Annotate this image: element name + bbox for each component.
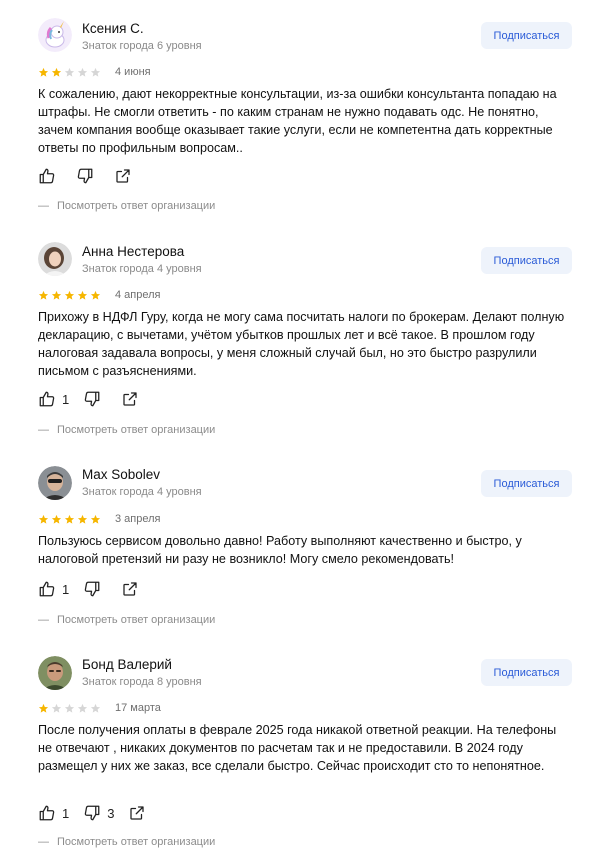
dislike-button[interactable]	[76, 167, 100, 185]
dislike-button[interactable]: 3	[83, 804, 114, 822]
share-button[interactable]	[121, 390, 139, 408]
dash-separator: —	[38, 200, 49, 212]
share-button[interactable]	[128, 804, 146, 822]
like-button[interactable]	[38, 167, 62, 185]
man-sunglasses-avatar[interactable]	[38, 466, 72, 500]
unicorn-avatar[interactable]	[38, 18, 72, 52]
review-text: После получения оплаты в феврале 2025 го…	[38, 723, 557, 773]
share-icon	[123, 582, 137, 596]
org-reply-label: Посмотреть ответ организации	[57, 200, 216, 212]
star-rating	[38, 514, 101, 525]
dash-separator: —	[38, 836, 49, 848]
star-rating	[38, 703, 101, 714]
star-empty-icon	[90, 703, 101, 713]
star-filled-icon	[51, 67, 62, 77]
star-filled-icon	[38, 703, 49, 713]
review-card: Анна Нестерова Знаток города 4 уровня По…	[0, 225, 608, 450]
man-outdoor-avatar[interactable]	[38, 656, 72, 690]
org-reply-label: Посмотреть ответ организации	[57, 614, 216, 626]
review-date: 17 марта	[115, 702, 161, 714]
review-date: 4 июня	[115, 66, 151, 78]
share-icon	[123, 392, 137, 406]
reviewer-level-badge: Знаток города 4 уровня	[82, 486, 202, 498]
thumbs-up-icon	[39, 168, 55, 184]
reviewer-name[interactable]: Max Sobolev	[82, 467, 160, 482]
dislike-count: 3	[107, 805, 115, 821]
star-filled-icon	[90, 290, 101, 300]
star-filled-icon	[38, 290, 49, 300]
like-count: 1	[62, 805, 70, 821]
dash-separator: —	[38, 424, 49, 436]
share-icon	[116, 169, 130, 183]
review-text: Пользуюсь сервисом довольно давно! Работ…	[38, 534, 522, 566]
review-card: Ксения С. Знаток города 6 уровня Подписа…	[0, 0, 608, 225]
like-button[interactable]: 1	[38, 390, 69, 408]
review-card: Max Sobolev Знаток города 4 уровня Подпи…	[0, 450, 608, 645]
dash-separator: —	[38, 614, 49, 626]
reviewer-level-badge: Знаток города 4 уровня	[82, 263, 202, 275]
star-rating	[38, 290, 101, 301]
star-filled-icon	[77, 514, 88, 524]
share-button[interactable]	[114, 167, 132, 185]
thumbs-down-icon	[84, 581, 100, 597]
like-button[interactable]: 1	[38, 580, 69, 598]
subscribe-button[interactable]: Подписаться	[481, 247, 572, 274]
like-count: 1	[62, 581, 70, 597]
review-date: 4 апреля	[115, 289, 161, 301]
review-date: 3 апреля	[115, 513, 161, 525]
star-rating	[38, 67, 101, 78]
review-actions	[38, 167, 146, 185]
thumbs-up-icon	[39, 391, 55, 407]
share-icon	[130, 806, 145, 820]
reviewer-name[interactable]: Ксения С.	[82, 21, 144, 36]
star-filled-icon	[64, 514, 75, 524]
review-text: Прихожу в НДФЛ Гуру, когда не могу сама …	[38, 310, 565, 378]
thumbs-up-icon	[39, 805, 55, 821]
view-org-reply-link[interactable]: — Посмотреть ответ организации	[38, 200, 215, 212]
star-empty-icon	[77, 703, 88, 713]
subscribe-button[interactable]: Подписаться	[481, 470, 572, 497]
view-org-reply-link[interactable]: — Посмотреть ответ организации	[38, 424, 215, 436]
share-button[interactable]	[121, 580, 139, 598]
star-empty-icon	[64, 67, 75, 77]
view-org-reply-link[interactable]: — Посмотреть ответ организации	[38, 836, 215, 848]
org-reply-label: Посмотреть ответ организации	[57, 836, 216, 848]
thumbs-down-icon	[84, 805, 100, 821]
star-filled-icon	[64, 290, 75, 300]
star-filled-icon	[51, 290, 62, 300]
star-filled-icon	[38, 514, 49, 524]
org-reply-label: Посмотреть ответ организации	[57, 424, 216, 436]
reviewer-name[interactable]: Бонд Валерий	[82, 657, 172, 672]
star-filled-icon	[38, 67, 49, 77]
view-org-reply-link[interactable]: — Посмотреть ответ организации	[38, 614, 215, 626]
thumbs-up-icon	[39, 581, 55, 597]
subscribe-button[interactable]: Подписаться	[481, 22, 572, 49]
woman-photo-avatar[interactable]	[38, 242, 72, 276]
thumbs-down-icon	[84, 391, 100, 407]
star-empty-icon	[51, 703, 62, 713]
review-actions: 1	[38, 580, 153, 598]
reviewer-level-badge: Знаток города 8 уровня	[82, 676, 202, 688]
subscribe-button[interactable]: Подписаться	[481, 659, 572, 686]
star-empty-icon	[90, 67, 101, 77]
like-button[interactable]: 1	[38, 804, 69, 822]
star-filled-icon	[90, 514, 101, 524]
star-empty-icon	[77, 67, 88, 77]
reviewer-level-badge: Знаток города 6 уровня	[82, 40, 202, 52]
star-filled-icon	[77, 290, 88, 300]
review-actions: 1 3	[38, 804, 160, 822]
star-empty-icon	[64, 703, 75, 713]
star-filled-icon	[51, 514, 62, 524]
reviewer-name[interactable]: Анна Нестерова	[82, 244, 184, 259]
dislike-button[interactable]	[83, 390, 107, 408]
review-actions: 1	[38, 390, 153, 408]
review-card: Бонд Валерий Знаток города 8 уровня Подп…	[0, 645, 608, 858]
thumbs-down-icon	[77, 168, 93, 184]
dislike-button[interactable]	[83, 580, 107, 598]
like-count: 1	[62, 391, 70, 407]
review-text: К сожалению, дают некорректные консульта…	[38, 87, 557, 155]
